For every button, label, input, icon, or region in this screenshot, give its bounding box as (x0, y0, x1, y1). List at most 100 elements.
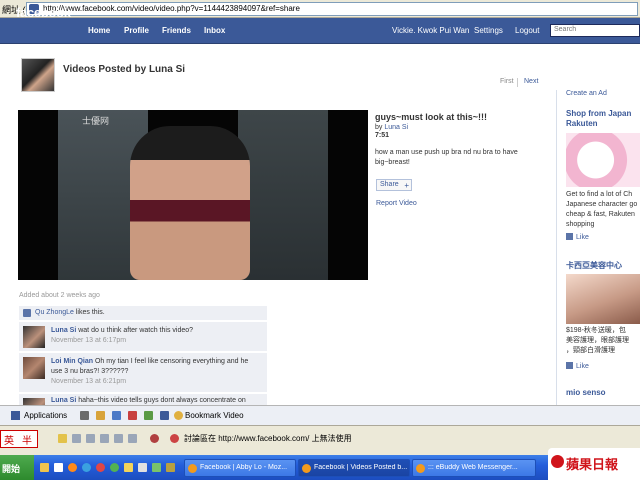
ad-like-label: Like (576, 363, 589, 370)
ad-like-button[interactable]: Like (566, 362, 589, 370)
links-icon[interactable] (144, 411, 153, 420)
media-icon[interactable] (96, 463, 105, 472)
nav-friends[interactable]: Friends (162, 26, 191, 35)
ime-tool-icon[interactable] (114, 434, 123, 443)
bookmark-video-button[interactable]: Bookmark Video (185, 411, 244, 420)
commenter-avatar[interactable] (23, 398, 45, 405)
share-button[interactable]: Share + (376, 179, 412, 191)
rail-divider (556, 90, 557, 405)
by-author-link[interactable]: Luna Si (384, 124, 408, 131)
firefox-icon[interactable] (68, 463, 77, 472)
facebook-logo[interactable]: facebook (16, 5, 71, 20)
report-video-link[interactable]: Report Video (376, 200, 417, 207)
ime-tool-icon[interactable] (58, 434, 67, 443)
taskbar-item[interactable]: ::: eBuddy Web Messenger... (412, 459, 536, 477)
commenter-avatar[interactable] (23, 326, 45, 348)
start-button[interactable]: 開始 (0, 455, 34, 480)
profile-avatar[interactable] (21, 58, 55, 92)
comment-item: Loi Min Qian Oh my tian I feel like cens… (19, 352, 267, 392)
nav-inbox[interactable]: Inbox (204, 26, 225, 35)
create-ad-link[interactable]: Create an Ad (566, 90, 607, 97)
notes-icon[interactable] (96, 411, 105, 420)
ad-title[interactable]: 卡西亞美容中心 (566, 260, 622, 271)
photos-icon[interactable] (80, 411, 89, 420)
ime-tool-icon[interactable] (100, 434, 109, 443)
comment-time: November 13 at 6:17pm (51, 337, 127, 344)
ad-image-facial[interactable] (566, 274, 640, 324)
search-input[interactable]: Search (550, 24, 640, 37)
comment-item: Luna Si haha~this video tells guys dont … (19, 393, 267, 405)
ad-title-line2[interactable]: Rakuten (566, 119, 598, 128)
ad-title[interactable]: mio senso (566, 388, 606, 397)
ime-char-english: 英 (4, 436, 14, 447)
video-title: guys~must look at this~!!! (375, 112, 488, 122)
address-bar: 網址 (D) http://www.facebook.com/video/vid… (0, 0, 640, 18)
nav-profile[interactable]: Profile (124, 26, 149, 35)
ime-mode-indicator[interactable]: 英 半 (0, 430, 38, 448)
video-app-icon[interactable] (160, 411, 169, 420)
taskbar-item-label: ::: eBuddy Web Messenger... (428, 464, 518, 471)
folder-icon[interactable] (124, 463, 133, 472)
quicklaunch-icon[interactable] (40, 463, 49, 472)
taskbar-item-label: Facebook | Abby Lo - Moz... (200, 464, 288, 471)
nav-user-name[interactable]: Vickie. Kwok Pui Wan (392, 26, 469, 35)
commenter-avatar[interactable] (23, 357, 45, 379)
taskbar-item[interactable]: Facebook | Abby Lo - Moz... (184, 459, 296, 477)
pager-next-link[interactable]: Next (524, 78, 538, 85)
ad-text-line: Japanese character go (566, 201, 638, 208)
thumbs-up-icon (23, 309, 31, 317)
applications-button[interactable]: Applications (24, 411, 67, 420)
thumbs-up-icon (566, 362, 573, 369)
firefox-icon (416, 464, 425, 473)
url-field[interactable]: http://www.facebook.com/video/video.php?… (26, 2, 638, 16)
likes-text: Qu ZhongLe likes this. (35, 309, 105, 316)
ime-tool-icon[interactable] (72, 434, 81, 443)
commenter-name-link[interactable]: Luna Si (51, 397, 76, 404)
ad-image-hello-kitty[interactable] (566, 133, 640, 187)
firefox-icon (302, 464, 311, 473)
pager-divider (517, 78, 518, 87)
commenter-name-link[interactable]: Loi Min Qian (51, 358, 93, 365)
quicklaunch-icon[interactable] (54, 463, 63, 472)
apple-logo-icon (551, 455, 564, 468)
ad-like-button[interactable]: Like (566, 233, 589, 241)
video-player[interactable]: 士優网 (18, 110, 368, 280)
nav-home[interactable]: Home (88, 26, 110, 35)
ad-text-line: cheap & fast, Rakuten (566, 211, 635, 218)
comment-time: November 13 at 6:21pm (51, 378, 127, 385)
video-frame-right-panel (238, 110, 328, 280)
video-duration: 7:51 (375, 132, 390, 139)
liker-name-link[interactable]: Qu ZhongLe (35, 309, 74, 316)
page-title: Videos Posted by Luna Si (63, 64, 186, 75)
browser-status-text: 討論區在 http://www.facebook.com/ 上無法使用 (184, 434, 352, 443)
applications-icon[interactable] (11, 411, 20, 420)
nav-settings[interactable]: Settings (474, 26, 503, 35)
video-overlay-logo: 士優网 (82, 117, 110, 127)
messenger-icon[interactable] (110, 463, 119, 472)
start-label: 開始 (2, 464, 21, 474)
ad-text-line: $198-秋冬送暖，包 (566, 327, 626, 334)
ime-char-half: 半 (22, 436, 32, 447)
ime-tool-icon[interactable] (86, 434, 95, 443)
bookmark-plus-icon[interactable] (174, 411, 183, 420)
ad-text-line: ，頸部白滑護理 (566, 347, 615, 354)
facebook-app-bar: Applications Bookmark Video (0, 405, 640, 425)
commenter-name-link[interactable]: Luna Si (51, 327, 76, 334)
ad-title[interactable]: Shop from Japan (566, 109, 631, 118)
quicklaunch-icon[interactable] (152, 463, 161, 472)
ad-text-line: shopping (566, 221, 595, 228)
taskbar-item-label: Facebook | Videos Posted b... (314, 464, 407, 471)
quicklaunch-icon[interactable] (166, 463, 175, 472)
browser-icon[interactable] (82, 463, 91, 472)
taskbar-item-active[interactable]: Facebook | Videos Posted b... (298, 459, 410, 477)
groups-icon[interactable] (112, 411, 121, 420)
ad-like-label: Like (576, 234, 589, 241)
blocked-icon (150, 434, 159, 443)
quicklaunch-icon[interactable] (138, 463, 147, 472)
thumbs-up-icon (566, 233, 573, 240)
nav-logout[interactable]: Logout (515, 26, 539, 35)
pager-first-link[interactable]: First (500, 78, 514, 85)
by-prefix: by (375, 124, 383, 131)
events-icon[interactable] (128, 411, 137, 420)
ime-tool-icon[interactable] (128, 434, 137, 443)
